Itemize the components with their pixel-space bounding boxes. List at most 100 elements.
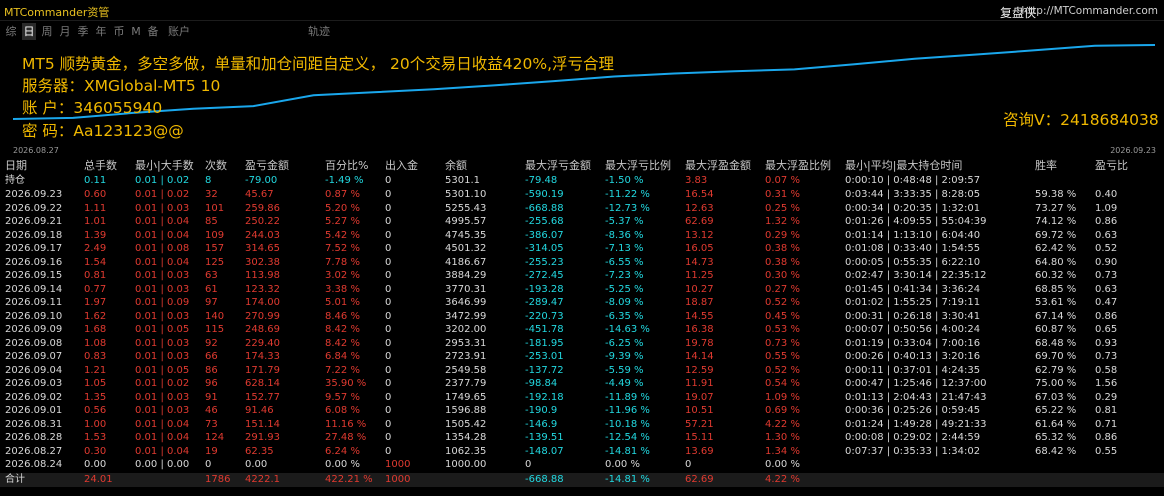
table-cell: 229.40 <box>245 337 280 349</box>
table-cell: 0 <box>385 216 392 227</box>
table-cell: 13.69 <box>685 445 714 457</box>
table-cell: 1.01 <box>84 216 107 227</box>
tab-9[interactable]: 账户 <box>162 23 196 40</box>
table-cell: 64.80 % <box>1035 256 1077 268</box>
table-cell: 291.93 <box>245 432 280 443</box>
table-row: 2026.09.04 1.21 0.01 | 0.05 86 171.79 7.22 % 0… <box>0 364 1164 378</box>
table-cell: 0 <box>385 351 392 362</box>
table-cell: 0.01 | 0.04 <box>135 445 190 457</box>
table-cell: 124 <box>205 432 225 443</box>
table-cell: 68.42 % <box>1035 445 1077 457</box>
table-cell: 5.20 % <box>325 202 360 214</box>
table-cell: -98.84 <box>525 378 558 389</box>
tab-8[interactable]: 备 <box>146 23 160 40</box>
table-cell: 0.56 <box>84 405 107 416</box>
table-cell: 0 <box>385 189 392 200</box>
table-cell: 67.03 % <box>1035 391 1077 403</box>
table-cell: 66 <box>205 351 218 362</box>
table-cell: 140 <box>205 310 225 322</box>
equity-chart: MT5 顺势黄金，多空多做，单量和加仓间距自定义， 20个交易日收益420%,浮… <box>0 41 1164 146</box>
table-cell: 109 <box>205 229 225 241</box>
table-cell: 0.60 <box>84 189 107 200</box>
holding-row: 持仓 0.11 0.01 | 0.02 8 -79.00 -1.49 % 0 5301.1 -7… <box>0 174 1164 188</box>
table-cell: 0.65 <box>1095 324 1118 335</box>
table-cell: 1.09 % <box>765 391 800 403</box>
table-cell: 14.55 <box>685 310 714 322</box>
table-cell: 5.27 % <box>325 216 360 227</box>
site-url-link[interactable]: http://MTCommander.com <box>1021 5 1158 17</box>
table-cell: 0 <box>385 283 392 295</box>
table-cell: -668.88 <box>525 202 564 214</box>
table-cell: -10.18 % <box>605 418 650 430</box>
table-cell: 0.93 <box>1095 337 1118 349</box>
tab-7[interactable]: M <box>130 23 142 40</box>
table-cell: 3646.99 <box>445 297 487 308</box>
table-cell: 75.00 % <box>1035 378 1077 389</box>
table-cell: 2026.09.09 <box>5 324 63 335</box>
table-cell: -220.73 <box>525 310 564 322</box>
table-cell: 115 <box>205 324 225 335</box>
table-cell: 0.01 | 0.03 <box>135 351 190 362</box>
table-cell: 1.00 <box>84 418 107 430</box>
table-cell: 91.46 <box>245 405 274 416</box>
table-cell: 0.52 % <box>765 364 800 376</box>
table-cell: 16.54 <box>685 189 714 200</box>
table-cell: 248.69 <box>245 324 280 335</box>
tab-0[interactable]: 综 <box>4 23 18 40</box>
table-cell: 62.69 <box>685 216 714 227</box>
table-cell: 0.54 % <box>765 378 800 389</box>
table-cell: 13.12 <box>685 229 714 241</box>
table-cell: 1354.28 <box>445 432 487 443</box>
table-cell: 19 <box>205 445 218 457</box>
holding-cell: -1.49 % <box>325 175 364 186</box>
table-cell: 14.14 <box>685 351 714 362</box>
table-cell: 0.55 <box>1095 445 1118 457</box>
table-cell: 0 <box>685 459 692 470</box>
table-cell: -4.49 % <box>605 378 644 389</box>
table-cell: 3202.00 <box>445 324 487 335</box>
table-cell: 0.01 | 0.03 <box>135 270 190 281</box>
period-tabs: 综日周月季年币 M 备账户 轨迹 <box>0 23 1164 41</box>
table-cell: 59.38 % <box>1035 189 1077 200</box>
table-cell: -181.95 <box>525 337 564 349</box>
table-cell: 270.99 <box>245 310 280 322</box>
table-row: 2026.09.21 1.01 0.01 | 0.04 85 250.22 5.27 % 0… <box>0 215 1164 229</box>
tab-2[interactable]: 周 <box>40 23 54 40</box>
tab-4[interactable]: 季 <box>76 23 90 40</box>
table-cell: 2026.08.28 <box>5 432 63 443</box>
tab-6[interactable]: 币 <box>112 23 126 40</box>
table-cell: 0.63 <box>1095 283 1118 295</box>
table-cell: 0.01 | 0.03 <box>135 337 190 349</box>
table-cell: 0:00:36 | 0:25:26 | 0:59:45 <box>845 405 981 416</box>
table-cell: 1000 <box>385 459 411 470</box>
table-cell: 35.90 % <box>325 378 367 389</box>
table-cell: 0.38 % <box>765 256 800 268</box>
table-cell: 6.84 % <box>325 351 360 362</box>
table-cell: 0.01 | 0.04 <box>135 229 190 241</box>
table-cell: 0.30 <box>84 445 107 457</box>
table-cell: 0.81 <box>1095 405 1118 416</box>
col-header: 最大浮亏金额 <box>525 159 591 172</box>
table-cell: 61.64 % <box>1035 418 1077 430</box>
table-cell: 0.71 <box>1095 418 1118 430</box>
table-cell: 92 <box>205 337 218 349</box>
tab-1[interactable]: 日 <box>22 23 36 40</box>
table-cell: 8.46 % <box>325 310 360 322</box>
tab-10[interactable]: 轨迹 <box>302 23 336 40</box>
table-cell: 0.55 % <box>765 351 800 362</box>
col-header: 胜率 <box>1035 159 1057 172</box>
table-cell: 12.63 <box>685 202 714 214</box>
table-cell: 3884.29 <box>445 270 487 281</box>
table-cell: 0.90 <box>1095 256 1118 268</box>
table-cell: 125 <box>205 256 225 268</box>
table-row: 2026.09.08 1.08 0.01 | 0.03 92 229.40 8.42 % 0… <box>0 337 1164 351</box>
table-cell: 113.98 <box>245 270 280 281</box>
col-header: 百分比% <box>325 159 369 172</box>
table-cell: 0.73 % <box>765 337 800 349</box>
tab-5[interactable]: 年 <box>94 23 108 40</box>
table-cell: 1062.35 <box>445 445 487 457</box>
table-cell: 6.24 % <box>325 445 360 457</box>
holding-cell: 5301.1 <box>445 175 480 186</box>
tab-3[interactable]: 月 <box>58 23 72 40</box>
table-cell: 5301.10 <box>445 189 487 200</box>
